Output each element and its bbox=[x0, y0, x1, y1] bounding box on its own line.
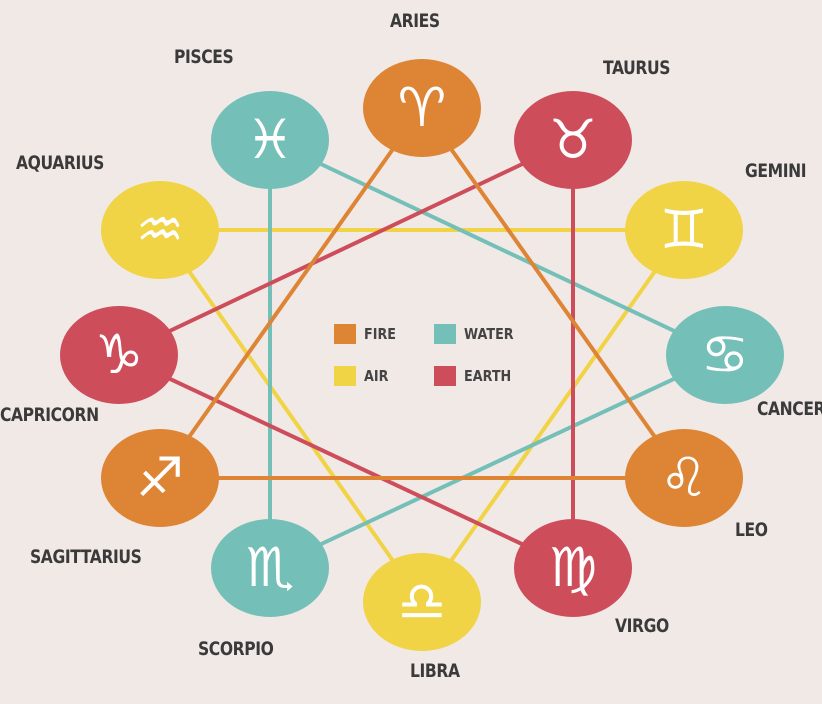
sign-label-aquarius: AQUARIUS bbox=[16, 152, 104, 174]
legend-swatch-water bbox=[434, 324, 456, 344]
sign-libra: ♎ bbox=[363, 553, 481, 651]
legend-item-fire: FIRE bbox=[334, 324, 402, 344]
sign-cancer: ♋ bbox=[666, 306, 784, 404]
legend-label-fire: FIRE bbox=[364, 325, 396, 343]
sign-label-sagittarius: SAGITTARIUS bbox=[30, 546, 142, 568]
gemini-icon: ♊ bbox=[659, 198, 709, 261]
sign-label-virgo: VIRGO bbox=[615, 615, 669, 637]
pisces-icon: ♓ bbox=[245, 108, 295, 171]
sign-label-aries: ARIES bbox=[390, 10, 440, 32]
zodiac-element-diagram: ♈ ♉ ♊ ♋ ♌ ♍ ♎ ♏ ♐ ♑ ♒ ♓ ARIES TAURUS GEMINI CANCER LEO V… bbox=[0, 0, 822, 704]
scorpio-icon: ♏ bbox=[245, 536, 295, 599]
sign-label-gemini: GEMINI bbox=[745, 160, 807, 182]
legend-item-water: WATER bbox=[434, 324, 522, 344]
sign-aries: ♈ bbox=[363, 59, 481, 157]
sign-sagittarius: ♐ bbox=[101, 429, 219, 527]
sign-gemini: ♊ bbox=[625, 181, 743, 279]
sign-label-libra: LIBRA bbox=[410, 660, 460, 682]
sign-label-leo: LEO bbox=[735, 519, 768, 541]
sign-taurus: ♉ bbox=[514, 91, 632, 189]
aquarius-icon: ♒ bbox=[135, 198, 185, 261]
leo-icon: ♌ bbox=[659, 446, 709, 509]
libra-icon: ♎ bbox=[397, 570, 447, 633]
legend-label-water: WATER bbox=[464, 325, 514, 343]
sign-label-taurus: TAURUS bbox=[603, 57, 671, 79]
sign-scorpio: ♏ bbox=[211, 519, 329, 617]
legend-swatch-air bbox=[334, 366, 356, 386]
legend-swatch-earth bbox=[434, 366, 456, 386]
sign-label-pisces: PISCES bbox=[174, 46, 234, 68]
capricorn-icon: ♑ bbox=[94, 323, 144, 386]
legend-label-earth: EARTH bbox=[464, 367, 512, 385]
cancer-icon: ♋ bbox=[700, 323, 750, 386]
legend-swatch-fire bbox=[334, 324, 356, 344]
sign-leo: ♌ bbox=[625, 429, 743, 527]
sign-virgo: ♍ bbox=[514, 519, 632, 617]
virgo-icon: ♍ bbox=[548, 536, 598, 599]
sign-aquarius: ♒ bbox=[101, 181, 219, 279]
legend-label-air: AIR bbox=[364, 367, 389, 385]
sagittarius-icon: ♐ bbox=[135, 446, 185, 509]
aries-icon: ♈ bbox=[397, 76, 447, 139]
legend-item-air: AIR bbox=[334, 366, 393, 386]
sign-pisces: ♓ bbox=[211, 91, 329, 189]
taurus-icon: ♉ bbox=[548, 108, 598, 171]
sign-label-scorpio: SCORPIO bbox=[198, 638, 274, 660]
legend-item-earth: EARTH bbox=[434, 366, 520, 386]
sign-label-cancer: CANCER bbox=[757, 398, 822, 420]
sign-capricorn: ♑ bbox=[60, 306, 178, 404]
sign-label-capricorn: CAPRICORN bbox=[0, 404, 99, 426]
